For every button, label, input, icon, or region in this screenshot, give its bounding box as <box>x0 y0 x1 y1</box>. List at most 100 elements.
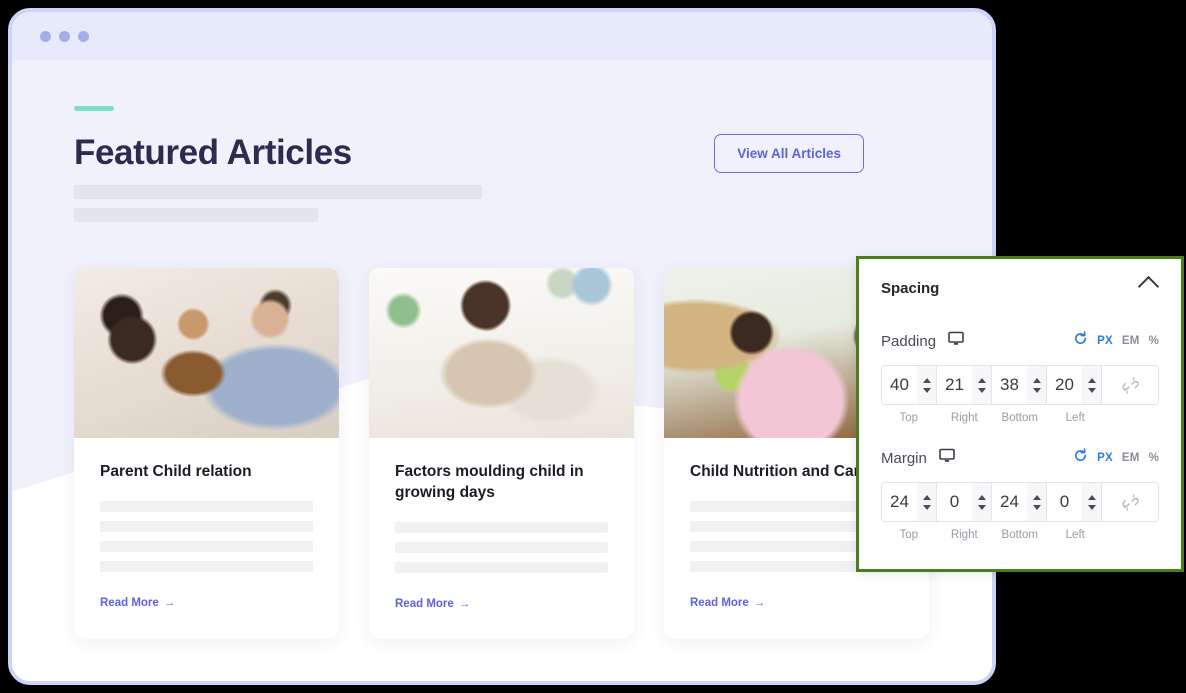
padding-bottom-input[interactable] <box>992 366 1027 404</box>
padding-bottom-stepper[interactable] <box>1027 366 1046 404</box>
chevron-up-icon[interactable] <box>1032 494 1041 500</box>
chevron-down-icon[interactable] <box>922 387 931 393</box>
padding-left-field[interactable] <box>1047 366 1102 404</box>
skeleton-line <box>395 561 608 573</box>
chevron-down-icon[interactable] <box>977 504 986 510</box>
unlink-icon <box>1121 376 1139 394</box>
chevron-down-icon[interactable] <box>922 504 931 510</box>
padding-header-right: PX EM % <box>1073 331 1159 351</box>
skeleton-line <box>100 540 313 552</box>
arrow-right-icon: → <box>163 596 176 609</box>
margin-bottom-field[interactable] <box>992 483 1047 521</box>
padding-right-label: Right <box>950 412 978 424</box>
margin-header-left: Margin <box>881 448 955 468</box>
chevron-up-icon[interactable] <box>1087 494 1096 500</box>
margin-top-label: Top <box>899 529 919 541</box>
padding-left-input[interactable] <box>1047 366 1082 404</box>
desktop-monitor-icon[interactable] <box>948 331 964 351</box>
padding-unlink-toggle[interactable] <box>1102 366 1158 404</box>
window-dot-minimize[interactable] <box>59 30 70 42</box>
chevron-down-icon[interactable] <box>1087 504 1096 510</box>
unit-percent-button[interactable]: % <box>1149 452 1159 464</box>
margin-left-input[interactable] <box>1047 483 1082 521</box>
reset-icon[interactable] <box>1073 331 1088 351</box>
padding-left-stepper[interactable] <box>1082 366 1101 404</box>
chevron-up-icon[interactable] <box>1032 377 1041 383</box>
skeleton-line <box>100 520 313 532</box>
chevron-down-icon[interactable] <box>1087 387 1096 393</box>
chevron-down-icon[interactable] <box>1032 504 1041 510</box>
page-content: Featured Articles View All Articles Pare… <box>12 60 992 638</box>
window-dot-maximize[interactable] <box>78 30 89 42</box>
read-more-link[interactable]: Read More → <box>74 581 201 637</box>
unlink-icon <box>1121 493 1139 511</box>
margin-bottom-stepper[interactable] <box>1027 483 1046 521</box>
subtitle-skeleton-line <box>74 185 482 199</box>
unit-px-button[interactable]: PX <box>1097 335 1113 347</box>
label-spacer <box>1103 412 1159 424</box>
padding-right-field[interactable] <box>937 366 992 404</box>
window-dot-close[interactable] <box>40 30 51 42</box>
unit-percent-button[interactable]: % <box>1149 335 1159 347</box>
margin-field-labels: Top Right Bottom Left <box>881 529 1159 543</box>
padding-top-input[interactable] <box>882 366 917 404</box>
desktop-monitor-icon[interactable] <box>939 448 955 468</box>
unit-px-button[interactable]: PX <box>1097 452 1113 464</box>
margin-bottom-label: Bottom <box>1001 529 1038 541</box>
article-card[interactable]: Factors moulding child in growing days R… <box>369 268 634 638</box>
unit-em-button[interactable]: EM <box>1122 452 1140 464</box>
read-more-label: Read More <box>100 596 159 609</box>
padding-top-stepper[interactable] <box>917 366 936 404</box>
margin-bottom-input[interactable] <box>992 483 1027 521</box>
margin-top-field[interactable] <box>882 483 937 521</box>
padding-top-field[interactable] <box>882 366 937 404</box>
chevron-down-icon[interactable] <box>977 387 986 393</box>
padding-field-labels: Top Right Bottom Left <box>881 412 1159 426</box>
margin-right-input[interactable] <box>937 483 972 521</box>
margin-right-label: Right <box>950 529 978 541</box>
chevron-up-icon[interactable] <box>922 494 931 500</box>
article-card[interactable]: Parent Child relation Read More → <box>74 268 339 638</box>
skeleton-line <box>100 560 313 572</box>
skeleton-line <box>395 521 608 533</box>
skeleton-line <box>395 541 608 553</box>
article-card-title: Parent Child relation <box>100 463 252 480</box>
chevron-up-icon[interactable] <box>1137 275 1160 298</box>
chevron-down-icon[interactable] <box>1032 387 1041 393</box>
chevron-up-icon[interactable] <box>1087 377 1096 383</box>
padding-bottom-field[interactable] <box>992 366 1047 404</box>
chevron-up-icon[interactable] <box>977 377 986 383</box>
margin-header-row: Margin PX EM % <box>881 448 1159 468</box>
article-excerpt-skeleton <box>369 504 634 573</box>
padding-top-label: Top <box>899 412 919 424</box>
arrow-right-icon: → <box>753 596 766 609</box>
view-all-articles-button[interactable]: View All Articles <box>714 134 864 173</box>
margin-top-stepper[interactable] <box>917 483 936 521</box>
padding-bottom-label: Bottom <box>1001 412 1038 424</box>
margin-right-field[interactable] <box>937 483 992 521</box>
read-more-link[interactable]: Read More → <box>664 581 791 637</box>
label-spacer <box>1103 529 1159 541</box>
article-card-title: Factors moulding child in growing days <box>395 463 584 501</box>
margin-top-input[interactable] <box>882 483 917 521</box>
padding-right-stepper[interactable] <box>972 366 991 404</box>
page-title: Featured Articles <box>74 133 352 172</box>
browser-title-bar <box>12 12 992 60</box>
read-more-link[interactable]: Read More → <box>369 582 496 638</box>
reset-icon[interactable] <box>1073 448 1088 468</box>
unit-em-button[interactable]: EM <box>1122 335 1140 347</box>
margin-right-stepper[interactable] <box>972 483 991 521</box>
chevron-up-icon[interactable] <box>977 494 986 500</box>
article-image-family-with-toddler <box>74 268 339 438</box>
margin-left-field[interactable] <box>1047 483 1102 521</box>
spacing-panel-header[interactable]: Spacing <box>881 259 1160 309</box>
panel-footer-spacer <box>881 543 1159 569</box>
padding-right-input[interactable] <box>937 366 972 404</box>
read-more-label: Read More <box>690 596 749 609</box>
margin-header-right: PX EM % <box>1073 448 1159 468</box>
margin-left-label: Left <box>1065 529 1085 541</box>
margin-unlink-toggle[interactable] <box>1102 483 1158 521</box>
margin-left-stepper[interactable] <box>1082 483 1101 521</box>
arrow-right-icon: → <box>458 597 471 610</box>
chevron-up-icon[interactable] <box>922 377 931 383</box>
